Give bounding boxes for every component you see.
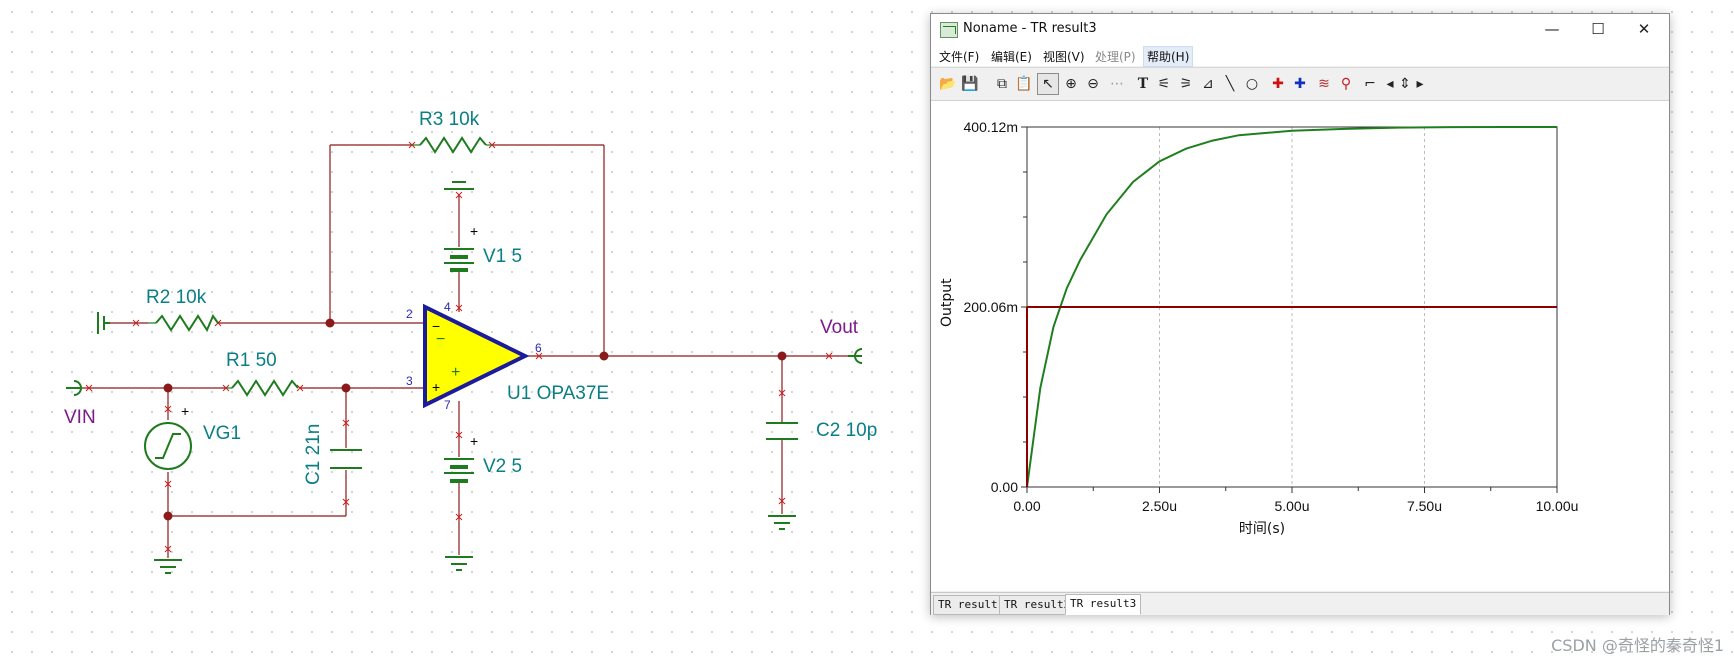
vin-label: VIN (64, 407, 96, 428)
tab-tr-result1[interactable]: TR result1 (933, 595, 1010, 615)
vout-port[interactable] (848, 348, 863, 364)
x-axis-label: 时间(s) (1239, 521, 1285, 537)
close-button[interactable]: ✕ (1621, 14, 1667, 44)
c2-label: C2 10p (816, 420, 877, 441)
menu-file[interactable]: 文件(F) (936, 47, 982, 66)
y-axis-label: Output (939, 278, 955, 327)
marker-b-icon[interactable]: ✚ (1289, 73, 1311, 95)
vg1-plus-sign: + (181, 403, 189, 419)
scroll-left-icon[interactable]: ◂ (1383, 73, 1397, 95)
x-tick-label: 0.00 (1013, 498, 1040, 514)
window-title: Noname - TR result3 (963, 21, 1097, 36)
axis-ticks (1021, 126, 1558, 493)
paste-icon[interactable]: 📋 (1013, 73, 1035, 95)
cursor-b-icon[interactable]: ⚞ (1175, 73, 1197, 95)
toolbar: 📂 💾 ⧉ 📋 ↖ ⊕ ⊖ ⋯ T ⚟ ⚞ ⊿ ╲ ○ ✚ ✚ ≋ ⚲ ⌐ ◂ … (931, 67, 1669, 101)
y-tick-label: 400.12m (964, 119, 1018, 135)
u1-label: U1 OPA37E (507, 383, 609, 404)
v1-label: V1 5 (483, 246, 522, 267)
result-tabs: TR result1 TR result2 TR result3 (931, 592, 1669, 615)
r3-resistor (419, 136, 487, 154)
circle-tool-icon[interactable]: ○ (1241, 73, 1263, 95)
v2-plus-sign: + (470, 433, 478, 449)
menu-bar: 文件(F) 编辑(E) 视图(V) 处理(P) 帮助(H) (931, 44, 1669, 67)
r2-resistor (155, 313, 219, 333)
opamp-plus-sign: + (432, 379, 440, 395)
r1-label: R1 50 (226, 350, 277, 371)
pin-2: 2 (406, 307, 413, 321)
y-tick-label: 0.00 (991, 479, 1018, 495)
title-bar[interactable]: Noname - TR result3 — ☐ ✕ (931, 14, 1669, 44)
vg1-label: VG1 (203, 423, 241, 444)
picker-icon[interactable]: ⚲ (1335, 73, 1357, 95)
scroll-right-icon[interactable]: ▸ (1413, 73, 1427, 95)
result-window: Noname - TR result3 — ☐ ✕ 文件(F) 编辑(E) 视图… (930, 13, 1670, 615)
measure-icon[interactable]: ⊿ (1197, 73, 1219, 95)
y-tick-labels: 0.00 200.06m 400.12m (964, 119, 1019, 495)
copy-icon[interactable]: ⧉ (991, 73, 1013, 95)
opamp-center-plus: + (451, 364, 460, 381)
app-icon (940, 22, 958, 38)
menu-view[interactable]: 视图(V) (1040, 47, 1088, 66)
y-tick-label: 200.06m (964, 299, 1018, 315)
pin-3: 3 (406, 374, 413, 388)
pin-6: 6 (535, 341, 542, 355)
scroll-updown-icon[interactable]: ⇕ (1397, 73, 1413, 95)
line-tool-icon[interactable]: ╲ (1219, 73, 1241, 95)
vg1-source[interactable] (144, 422, 192, 470)
curves-icon[interactable]: ≋ (1313, 73, 1335, 95)
x-tick-labels: 0.00 2.50u 5.00u 7.50u 10.00u (1013, 498, 1578, 514)
x-tick-label: 2.50u (1142, 498, 1177, 514)
c2-capacitor[interactable] (766, 422, 798, 440)
maximize-button[interactable]: ☐ (1575, 14, 1621, 44)
pin-4: 4 (444, 300, 451, 314)
menu-process[interactable]: 处理(P) (1092, 47, 1139, 66)
menu-help[interactable]: 帮助(H) (1143, 46, 1194, 67)
r3-label: R3 10k (419, 109, 480, 130)
zoom-in-icon[interactable]: ⊕ (1060, 73, 1082, 95)
grid-icon[interactable]: ⋯ (1106, 73, 1128, 95)
transient-chart[interactable]: 0.00 200.06m 400.12m 0.00 2.50u 5.00u 7.50u 10… (931, 101, 1669, 591)
r1-resistor (231, 379, 299, 397)
text-tool-icon[interactable]: T (1132, 73, 1154, 95)
circuit-schematic: R3 10k R2 10k R1 50 V1 5 V2 5 VG1 C2 10p… (64, 109, 877, 574)
x-tick-label: 7.50u (1407, 498, 1442, 514)
save-icon[interactable]: 💾 (959, 73, 981, 95)
c1-label: C1 21n (303, 424, 324, 485)
v2-label: V2 5 (483, 456, 522, 477)
plot-area[interactable]: 0.00 200.06m 400.12m 0.00 2.50u 5.00u 7.50u 10… (931, 101, 1669, 591)
x-tick-label: 5.00u (1274, 498, 1309, 514)
watermark: CSDN @奇怪的秦奇怪1 (1551, 636, 1724, 655)
pin-7: 7 (444, 398, 451, 412)
v1-battery[interactable] (444, 248, 474, 272)
menu-edit[interactable]: 编辑(E) (988, 47, 1035, 66)
vin-port[interactable] (66, 380, 82, 396)
zoom-out-icon[interactable]: ⊖ (1082, 73, 1104, 95)
marker-a-icon[interactable]: ✚ (1267, 73, 1289, 95)
tab-tr-result3[interactable]: TR result3 (1065, 594, 1142, 615)
x-tick-label: 10.00u (1536, 498, 1579, 514)
r2-ground-symbol (97, 312, 110, 334)
select-arrow-icon[interactable]: ↖ (1037, 73, 1059, 95)
tab-tr-result2[interactable]: TR result2 (999, 595, 1076, 615)
vout-label: Vout (820, 317, 859, 338)
r2-label: R2 10k (146, 287, 207, 308)
v1-plus-sign: + (470, 223, 478, 239)
opamp-center-minus: − (436, 331, 445, 348)
cursor-a-icon[interactable]: ⚟ (1153, 73, 1175, 95)
minimize-button[interactable]: — (1529, 14, 1575, 44)
c1-capacitor[interactable] (330, 449, 362, 469)
open-icon[interactable]: 📂 (937, 73, 959, 95)
v2-battery[interactable] (444, 458, 474, 483)
step-icon[interactable]: ⌐ (1359, 73, 1381, 95)
